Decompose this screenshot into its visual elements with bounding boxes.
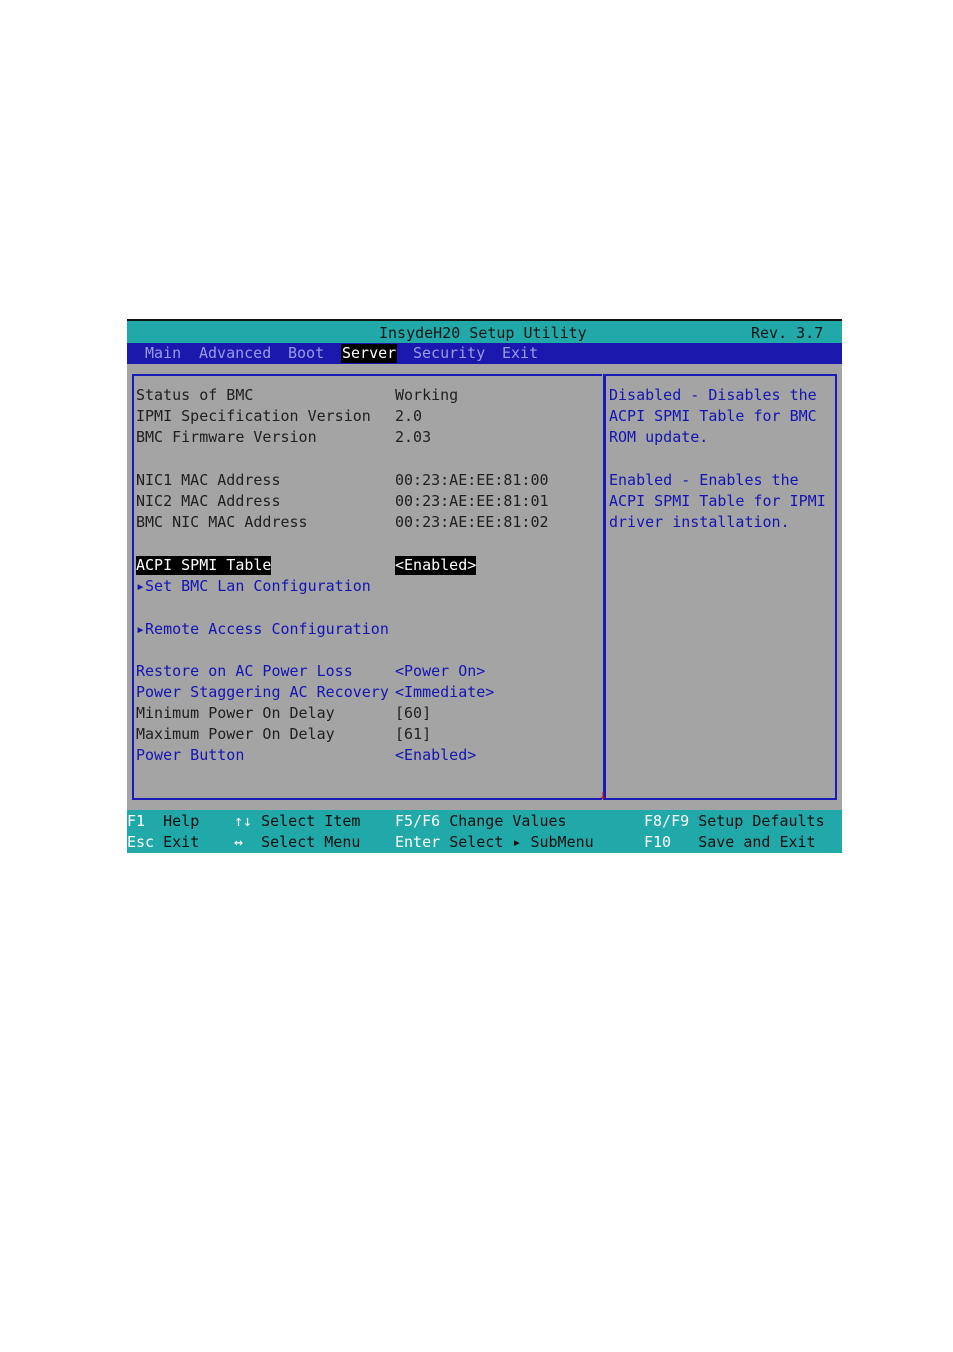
power-button-label[interactable]: Power Button <box>136 746 244 765</box>
scroll-down-arrow-icon: ↓ <box>599 788 607 803</box>
tab-advanced[interactable]: Advanced <box>198 344 272 363</box>
submenu-arrow-icon: ▸ <box>136 577 146 595</box>
title-bar: InsydeH20 Setup Utility Rev. 3.7 <box>127 319 842 343</box>
ipmi-spec-label: IPMI Specification Version <box>136 407 371 425</box>
remote-access-config-label: Remote Access Configuration <box>145 620 389 638</box>
nic2-mac-value: 00:23:AE:EE:81:01 <box>395 492 549 510</box>
bmc-nic-mac-value: 00:23:AE:EE:81:02 <box>395 513 549 531</box>
submenu-arrow-icon: ▸ <box>136 620 146 638</box>
bmc-nic-mac-label: BMC NIC MAC Address <box>136 513 308 531</box>
power-stagger-label[interactable]: Power Staggering AC Recovery <box>136 683 389 702</box>
key-enter-select-submenu: Enter Select ▸ SubMenu <box>395 833 594 851</box>
min-power-delay-label: Minimum Power On Delay <box>136 704 335 722</box>
key-esc-exit: Esc Exit <box>127 833 200 851</box>
acpi-spmi-table-label[interactable]: ACPI SPMI Table <box>136 556 272 575</box>
key-f10-save-exit: F10 Save and Exit <box>644 833 816 851</box>
bmc-firmware-value: 2.03 <box>395 428 432 446</box>
tab-server[interactable]: Server <box>341 344 398 363</box>
max-power-delay-value: [61] <box>395 725 432 743</box>
set-bmc-lan-config-item[interactable]: ▸Set BMC Lan Configuration <box>136 577 371 596</box>
key-leftright-select-menu: ↔ Select Menu <box>234 833 361 851</box>
restore-ac-value[interactable]: <Power On> <box>395 662 485 681</box>
menu-bar: Main Advanced Boot Server Security Exit <box>127 343 842 364</box>
tab-security[interactable]: Security <box>412 344 486 363</box>
remote-access-config-item[interactable]: ▸Remote Access Configuration <box>136 620 389 639</box>
bios-setup-screen: InsydeH20 Setup Utility Rev. 3.7 Main Ad… <box>127 319 842 853</box>
key-f5f6-change-values: F5/F6 Change Values <box>395 812 567 830</box>
tab-exit[interactable]: Exit <box>501 344 539 363</box>
key-updown-select-item: ↑↓ Select Item <box>234 812 361 830</box>
status-bmc-label: Status of BMC <box>136 386 254 404</box>
key-f8f9-setup-defaults: F8/F9 Setup Defaults <box>644 812 825 830</box>
utility-title: InsydeH20 Setup Utility <box>379 324 587 342</box>
acpi-spmi-table-value[interactable]: <Enabled> <box>395 556 477 575</box>
help-line: driver installation. <box>609 513 790 531</box>
power-button-value[interactable]: <Enabled> <box>395 746 476 765</box>
help-line: ACPI SPMI Table for BMC <box>609 407 817 425</box>
nic2-mac-label: NIC2 MAC Address <box>136 492 281 510</box>
max-power-delay-label: Maximum Power On Delay <box>136 725 335 743</box>
key-legend-footer: F1 Help Esc Exit ↑↓ Select Item ↔ Select… <box>127 810 842 853</box>
tab-main[interactable]: Main <box>144 344 182 363</box>
power-stagger-value[interactable]: <Immediate> <box>395 683 494 702</box>
tab-boot[interactable]: Boot <box>287 344 325 363</box>
panel-divider <box>603 374 605 800</box>
ipmi-spec-value: 2.0 <box>395 407 423 425</box>
restore-ac-label[interactable]: Restore on AC Power Loss <box>136 662 353 681</box>
status-bmc-value: Working <box>395 386 459 404</box>
nic1-mac-value: 00:23:AE:EE:81:00 <box>395 471 549 489</box>
bmc-firmware-label: BMC Firmware Version <box>136 428 317 446</box>
set-bmc-lan-config-label: Set BMC Lan Configuration <box>145 577 371 595</box>
help-line: ROM update. <box>609 428 709 446</box>
min-power-delay-value: [60] <box>395 704 432 722</box>
nic1-mac-label: NIC1 MAC Address <box>136 471 281 489</box>
key-f1-help: F1 Help <box>127 812 200 830</box>
revision-label: Rev. 3.7 <box>751 324 824 342</box>
help-line: ACPI SPMI Table for IPMI <box>609 492 826 510</box>
help-line: Disabled - Disables the <box>609 386 817 404</box>
help-line: Enabled - Enables the <box>609 471 799 489</box>
